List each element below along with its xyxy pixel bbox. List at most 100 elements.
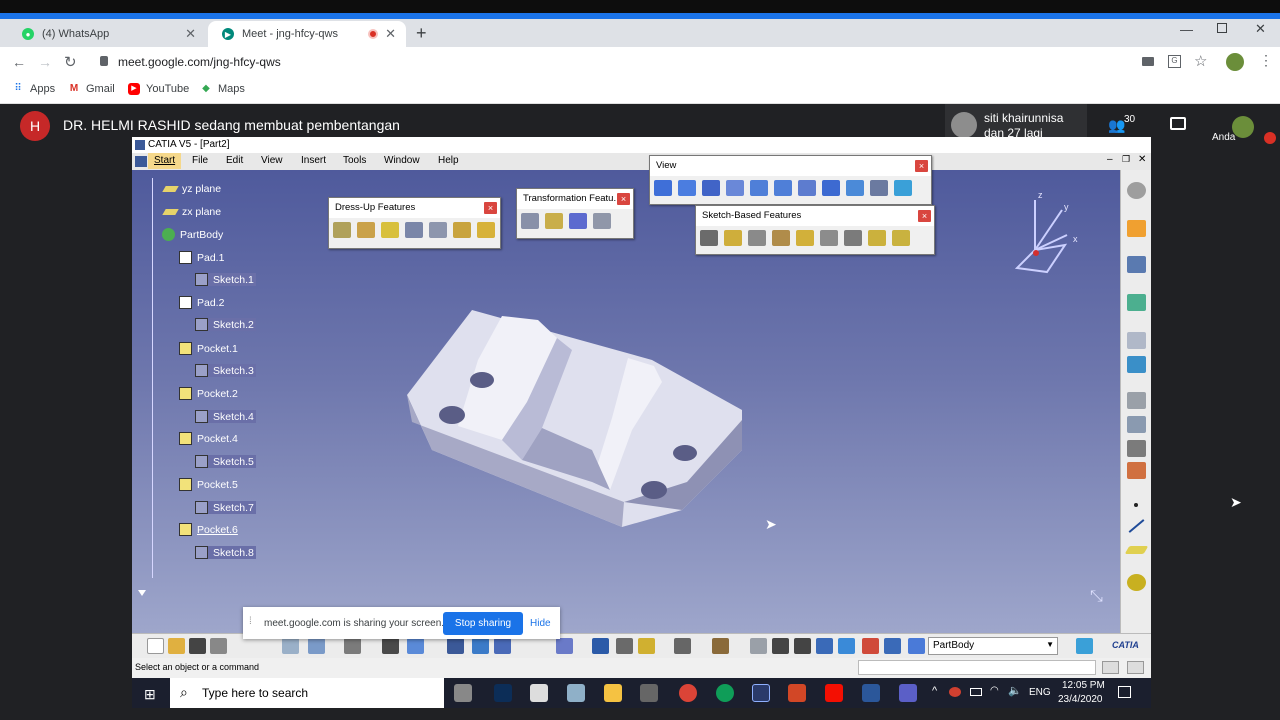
stiffener-icon[interactable] bbox=[868, 230, 886, 246]
thickness-icon[interactable] bbox=[429, 222, 447, 238]
people-icon[interactable]: 👥 bbox=[1108, 117, 1125, 134]
paint-icon[interactable] bbox=[1076, 638, 1093, 654]
restore-icon[interactable] bbox=[1217, 23, 1227, 33]
profile-avatar[interactable] bbox=[1226, 53, 1244, 71]
settings-gear-icon[interactable] bbox=[1127, 182, 1146, 199]
catia-minimize-icon[interactable]: – bbox=[1107, 154, 1113, 165]
tree-item-sketch-2[interactable]: Sketch.2 bbox=[195, 318, 256, 331]
groove-icon[interactable] bbox=[772, 230, 790, 246]
tree-item-pad-2[interactable]: Pad.2 bbox=[179, 296, 224, 309]
bulb-icon[interactable] bbox=[638, 638, 655, 654]
tree-item-partbody[interactable]: PartBody bbox=[162, 228, 223, 241]
sketcher-icon[interactable] bbox=[1127, 256, 1146, 273]
table-icon[interactable] bbox=[447, 638, 464, 654]
rotate-view-icon[interactable] bbox=[750, 638, 767, 654]
bookmark-youtube[interactable]: ▶ YouTube bbox=[128, 83, 189, 95]
tree-item-pocket-5[interactable]: Pocket.5 bbox=[179, 478, 238, 491]
tree-item-sketch-5[interactable]: Sketch.5 bbox=[195, 455, 256, 468]
back-icon[interactable]: ← bbox=[12, 54, 26, 70]
tree-item-zx-plane[interactable]: zx plane bbox=[162, 206, 221, 218]
zoom-in-icon[interactable] bbox=[750, 180, 768, 196]
plane-tool-icon[interactable] bbox=[1127, 294, 1146, 311]
body-icon[interactable] bbox=[908, 638, 925, 654]
battery-icon[interactable] bbox=[970, 688, 982, 696]
formula-icon[interactable] bbox=[382, 638, 399, 654]
tree-item-yz-plane[interactable]: yz plane bbox=[162, 183, 221, 195]
tree-item-pad-1[interactable]: Pad.1 bbox=[179, 251, 224, 264]
word-icon[interactable] bbox=[862, 684, 880, 702]
pdf-icon[interactable] bbox=[825, 684, 843, 702]
body-select[interactable]: PartBody ▼ bbox=[928, 637, 1058, 655]
draft-icon[interactable] bbox=[381, 222, 399, 238]
teams-icon[interactable] bbox=[899, 684, 917, 702]
redo-icon[interactable] bbox=[308, 638, 325, 654]
chrome-icon[interactable] bbox=[716, 684, 734, 702]
chrome-icon[interactable] bbox=[679, 684, 697, 702]
bookmark-gmail[interactable]: M Gmail bbox=[68, 83, 115, 95]
scaling-icon[interactable] bbox=[593, 213, 611, 229]
file-explorer-icon[interactable] bbox=[604, 684, 622, 702]
clock-date[interactable]: 23/4/2020 bbox=[1058, 694, 1103, 705]
tree-item-sketch-8[interactable]: Sketch.8 bbox=[195, 546, 256, 559]
pan-icon[interactable] bbox=[702, 180, 720, 196]
render-style-icon[interactable] bbox=[870, 180, 888, 196]
cube-icon[interactable] bbox=[838, 638, 855, 654]
knowledge-icon[interactable] bbox=[472, 638, 489, 654]
tree-item-sketch-7[interactable]: Sketch.7 bbox=[195, 501, 256, 514]
menu-start[interactable]: Start bbox=[148, 153, 182, 169]
comment-icon[interactable] bbox=[407, 638, 424, 654]
windows-start-icon[interactable]: ⊞ bbox=[144, 686, 156, 703]
fly-icon[interactable] bbox=[654, 180, 672, 196]
chart-icon[interactable] bbox=[712, 638, 729, 654]
app-icon[interactable] bbox=[640, 684, 658, 702]
abc-annotation-icon[interactable] bbox=[1127, 392, 1146, 409]
3d-viewport[interactable]: yz plane zx plane PartBody Pad.1 Sketch.… bbox=[132, 170, 1120, 633]
analysis-icon[interactable] bbox=[1127, 416, 1146, 433]
thread-icon[interactable] bbox=[453, 222, 471, 238]
forward-icon[interactable]: → bbox=[38, 54, 52, 70]
photoshop-icon[interactable] bbox=[494, 684, 512, 702]
mirror-icon[interactable] bbox=[545, 213, 563, 229]
omnibox[interactable]: meet.google.com/jng-hfcy-qws bbox=[88, 51, 1128, 73]
new-tab-icon[interactable]: + bbox=[416, 23, 427, 44]
volume-icon[interactable]: 🔈 bbox=[1008, 684, 1022, 697]
close-tab-icon[interactable]: ✕ bbox=[185, 26, 196, 42]
pad-tool-icon[interactable] bbox=[700, 230, 718, 246]
remove-face-icon[interactable] bbox=[477, 222, 495, 238]
rib-icon[interactable] bbox=[820, 230, 838, 246]
point-icon[interactable] bbox=[1134, 503, 1138, 507]
tree-item-pocket-2[interactable]: Pocket.2 bbox=[179, 387, 238, 400]
hide-icon[interactable] bbox=[616, 638, 633, 654]
iso-view-icon[interactable] bbox=[846, 180, 864, 196]
plane-shape-icon[interactable] bbox=[1124, 546, 1149, 554]
toolbar-close-icon[interactable]: × bbox=[915, 160, 928, 172]
bookmark-maps[interactable]: ◆ Maps bbox=[200, 83, 245, 95]
toolbar-close-icon[interactable]: × bbox=[484, 202, 497, 214]
minimize-icon[interactable]: — bbox=[1180, 22, 1193, 37]
wifi-icon[interactable]: ◠ bbox=[990, 685, 999, 696]
reload-icon[interactable]: ↻ bbox=[64, 53, 77, 71]
tree-item-pocket-4[interactable]: Pocket.4 bbox=[179, 432, 238, 445]
chamfer-icon[interactable] bbox=[357, 222, 375, 238]
whats-this-icon[interactable] bbox=[344, 638, 361, 654]
reaction-icon[interactable] bbox=[494, 638, 511, 654]
zoom-out-icon[interactable] bbox=[774, 180, 792, 196]
command-input[interactable] bbox=[858, 660, 1096, 675]
boolean-icon[interactable] bbox=[1127, 440, 1146, 457]
fit-all-icon[interactable] bbox=[678, 180, 696, 196]
loft-icon[interactable] bbox=[892, 230, 910, 246]
menu-view[interactable]: View bbox=[261, 155, 283, 166]
new-file-icon[interactable] bbox=[147, 638, 164, 654]
task-view-icon[interactable] bbox=[454, 684, 472, 702]
menu-tools[interactable]: Tools bbox=[343, 155, 366, 166]
shell-icon[interactable] bbox=[405, 222, 423, 238]
tree-item-sketch-4[interactable]: Sketch.4 bbox=[195, 410, 256, 423]
taskbar-search[interactable]: ⌕ Type here to search bbox=[170, 678, 444, 708]
tree-item-sketch-3[interactable]: Sketch.3 bbox=[195, 364, 256, 377]
pattern-icon[interactable] bbox=[569, 213, 587, 229]
powerpoint-icon[interactable] bbox=[788, 684, 806, 702]
status-button-icon[interactable] bbox=[1127, 661, 1144, 674]
language-indicator[interactable]: ENG bbox=[1029, 687, 1051, 698]
menu-window[interactable]: Window bbox=[384, 155, 420, 166]
camera-icon[interactable] bbox=[1142, 57, 1154, 66]
